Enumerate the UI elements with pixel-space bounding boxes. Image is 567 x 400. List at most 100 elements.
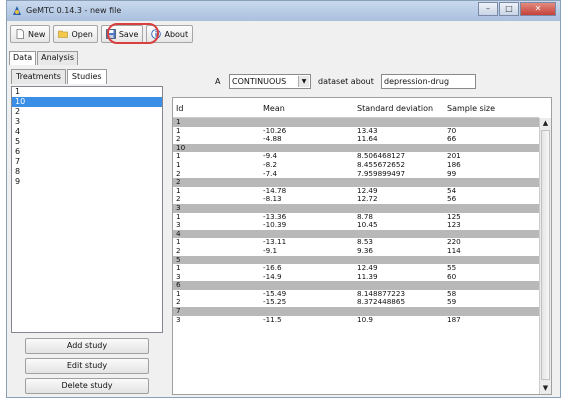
sub-tabs: Treatments Studies [11, 69, 163, 84]
table-row[interactable]: 2 -7.4 7.959899497 99 [173, 169, 539, 179]
list-item[interactable]: 9 [12, 177, 162, 187]
list-item[interactable]: 7 [12, 157, 162, 167]
new-button[interactable]: New [10, 25, 51, 43]
column-header-mean[interactable]: Mean [263, 104, 285, 113]
table-row[interactable]: 2 -4.88 11.64 66 [173, 135, 539, 144]
maximize-button[interactable]: □ [499, 2, 519, 16]
table-cell[interactable]: 11.39 [357, 272, 378, 282]
study-group-row[interactable]: 5 [173, 255, 539, 265]
column-header-sample-size[interactable]: Sample size [447, 104, 495, 113]
table-cell[interactable]: 99 [447, 169, 456, 179]
column-header-sd[interactable]: Standard deviation [357, 104, 433, 113]
table-cell[interactable]: -14.9 [263, 272, 282, 282]
list-item[interactable]: 8 [12, 167, 162, 177]
close-button[interactable]: ✕ [520, 2, 556, 16]
table-row[interactable]: 3 -10.39 10.45 123 [173, 221, 539, 230]
tab-treatments[interactable]: Treatments [11, 69, 66, 84]
table-row[interactable]: 1 -9.4 8.506468127 201 [173, 152, 539, 161]
table-row[interactable]: 1 -16.6 12.49 55 [173, 263, 539, 273]
table-row[interactable]: 3 -11.5 10.9 187 [173, 315, 539, 325]
study-group-row[interactable]: 4 [173, 229, 539, 239]
open-button[interactable]: Open [53, 25, 98, 43]
table-row[interactable]: 1 -15.49 8.148877223 58 [173, 289, 539, 299]
table-cell[interactable]: -11.5 [263, 315, 282, 325]
list-item[interactable]: 10 [12, 97, 162, 107]
table-row[interactable]: 1 -8.2 8.455672652 186 [173, 160, 539, 170]
table-cell[interactable]: -8.13 [263, 195, 282, 204]
table-cell[interactable]: -10.39 [263, 221, 286, 230]
table-cell[interactable]: -15.25 [263, 298, 286, 307]
table-cell[interactable]: 7.959899497 [357, 169, 405, 179]
list-item[interactable]: 5 [12, 137, 162, 147]
edit-study-button[interactable]: Edit study [25, 358, 149, 374]
table-row[interactable]: 3 -14.9 11.39 60 [173, 272, 539, 282]
study-group-row[interactable]: 7 [173, 306, 539, 316]
table-cell[interactable]: 8.372448865 [357, 298, 405, 307]
minimize-button[interactable]: – [478, 2, 498, 16]
table-cell[interactable]: 10.9 [357, 315, 373, 325]
scroll-up-icon[interactable]: ▲ [540, 118, 551, 129]
tab-data[interactable]: Data [9, 51, 37, 65]
table-row[interactable]: 1 -14.78 12.49 54 [173, 186, 539, 196]
add-study-button[interactable]: Add study [25, 338, 149, 354]
table-cell[interactable]: -9.1 [263, 246, 277, 256]
table-row[interactable]: 1 -13.11 8.53 220 [173, 238, 539, 247]
study-list[interactable]: 1 10 2 3 4 5 6 7 8 9 [11, 86, 163, 333]
toolbar: New Open Save About [7, 23, 196, 45]
chevron-down-icon[interactable]: ▼ [298, 76, 309, 87]
table-cell[interactable]: 114 [447, 246, 461, 256]
study-group-row[interactable]: 6 [173, 281, 539, 290]
open-button-label: Open [71, 29, 93, 39]
table-cell[interactable]: 59 [447, 298, 456, 307]
folder-icon [58, 30, 69, 38]
new-file-icon [16, 29, 24, 39]
table-cell[interactable]: 56 [447, 195, 456, 204]
table-row[interactable]: 1 -13.36 8.78 125 [173, 212, 539, 222]
table-cell[interactable]: 187 [447, 315, 461, 325]
list-item[interactable]: 6 [12, 147, 162, 157]
table-row[interactable]: 1 -10.26 13.43 70 [173, 126, 539, 136]
table-cell[interactable]: 9.36 [357, 246, 373, 256]
table-cell[interactable]: 3 [176, 315, 181, 325]
table-cell[interactable]: -4.88 [263, 135, 282, 144]
scrollbar-thumb[interactable] [541, 130, 550, 380]
list-item[interactable]: 1 [12, 87, 162, 97]
column-header-id[interactable]: Id [176, 104, 183, 113]
list-item[interactable]: 3 [12, 117, 162, 127]
table-cell[interactable]: 12.72 [357, 195, 378, 204]
study-group-row[interactable]: 3 [173, 203, 539, 213]
study-group-row[interactable]: 10 [173, 143, 539, 153]
study-group-row[interactable]: 2 [173, 178, 539, 187]
table-row[interactable]: 2 -8.13 12.72 56 [173, 195, 539, 204]
list-item[interactable]: 4 [12, 127, 162, 137]
tab-analysis[interactable]: Analysis [37, 51, 79, 65]
about-button[interactable]: About [146, 25, 194, 43]
table-cell[interactable]: 66 [447, 135, 456, 144]
table-row[interactable]: 2 -15.25 8.372448865 59 [173, 298, 539, 307]
measurements-table: Id Mean Standard deviation Sample size 1… [172, 97, 552, 395]
table-cell[interactable]: 11.64 [357, 135, 378, 144]
scroll-down-icon[interactable]: ▼ [540, 383, 551, 394]
gemtc-app-icon [13, 6, 21, 15]
table-cell[interactable]: 60 [447, 272, 456, 282]
title-bar[interactable]: GeMTC 0.14.3 - new file – □ ✕ [7, 1, 560, 21]
table-cell[interactable]: 10.45 [357, 221, 378, 230]
tab-studies[interactable]: Studies [66, 69, 107, 84]
main-tabs: Data Analysis [9, 51, 79, 65]
list-item[interactable]: 2 [12, 107, 162, 117]
dataset-about-input[interactable]: depression-drug [381, 74, 476, 89]
table-row[interactable]: 2 -9.1 9.36 114 [173, 246, 539, 256]
about-button-label: About [164, 29, 189, 39]
table-scrollbar[interactable]: ▲ ▼ [539, 118, 551, 394]
app-window: GeMTC 0.14.3 - new file – □ ✕ New Open S… [6, 0, 561, 398]
measurement-type-select[interactable]: CONTINUOUS ▼ [229, 74, 311, 89]
window-controls: – □ ✕ [477, 2, 556, 18]
save-icon [106, 29, 116, 39]
table-cell[interactable]: -7.4 [263, 169, 277, 179]
save-button[interactable]: Save [100, 25, 144, 43]
study-group-row[interactable]: 1 [173, 117, 539, 127]
new-button-label: New [28, 29, 46, 39]
table-cell[interactable]: 123 [447, 221, 461, 230]
delete-study-button[interactable]: Delete study [25, 378, 149, 394]
save-button-label: Save [118, 29, 139, 39]
